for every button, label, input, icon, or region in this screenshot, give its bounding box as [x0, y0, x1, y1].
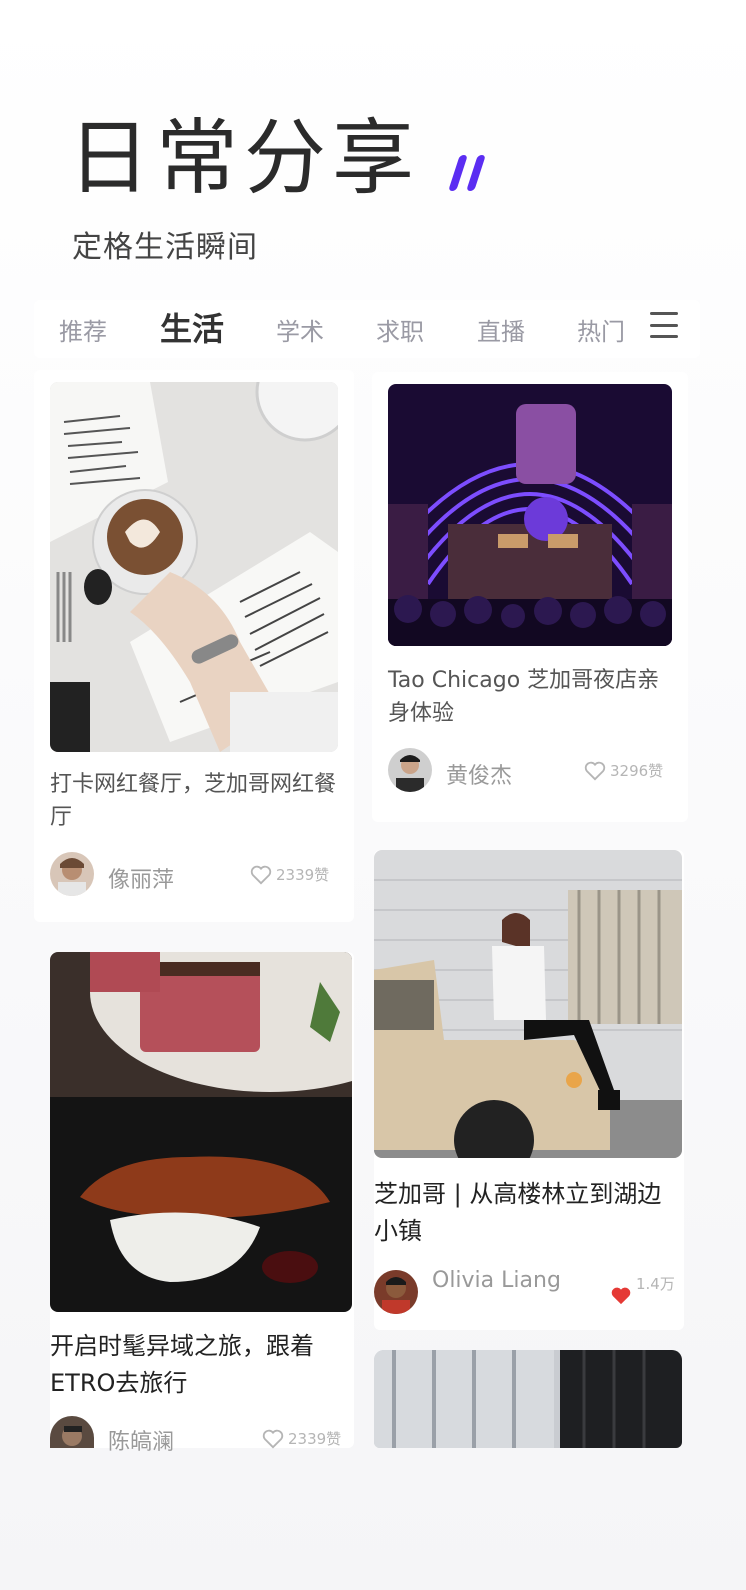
heart-filled-icon[interactable] [610, 1286, 632, 1306]
tab-academic[interactable]: 学术 [276, 312, 324, 347]
tab-live[interactable]: 直播 [477, 312, 525, 347]
like-count[interactable]: 3296赞 [584, 760, 663, 781]
page-title: 日常分享 [68, 111, 421, 206]
heart-outline-icon[interactable] [250, 865, 272, 885]
avatar[interactable] [374, 1270, 418, 1314]
avatar[interactable] [388, 748, 432, 792]
tab-recommend[interactable]: 推荐 [59, 312, 107, 347]
author-name[interactable]: 陈皜澜 [108, 1424, 174, 1456]
heart-outline-icon[interactable] [262, 1429, 284, 1449]
wagyu-dish-photo[interactable] [50, 952, 352, 1312]
page-subtitle: 定格生活瞬间 [72, 230, 258, 265]
building-facade-photo[interactable] [374, 1350, 682, 1448]
author-name[interactable]: 像丽萍 [108, 862, 174, 894]
like-count-text: 1.4万 [636, 1274, 675, 1293]
post-title[interactable]: 开启时髦异域之旅，跟着ETRO去旅行 [50, 1328, 350, 1402]
heart-outline-icon[interactable] [584, 761, 606, 781]
author-name[interactable]: Olivia Liang [432, 1268, 561, 1293]
category-tabs: 推荐 生活 学术 求职 直播 热门 [34, 300, 700, 358]
girl-on-jeep-photo[interactable] [374, 850, 682, 1158]
post-title[interactable]: Tao Chicago 芝加哥夜店亲身体验 [388, 664, 678, 730]
nightclub-photo[interactable] [388, 384, 672, 646]
page-header: 日常分享 [68, 111, 486, 206]
like-count[interactable]: 2339赞 [262, 1428, 341, 1449]
quote-mark-icon [448, 155, 486, 191]
like-count-text: 2339赞 [288, 1430, 342, 1448]
menu-icon[interactable] [650, 312, 678, 338]
post-title[interactable]: 芝加哥 | 从高楼林立到湖边小镇 [374, 1176, 680, 1250]
like-count-text: 2339赞 [276, 866, 330, 884]
tab-jobs[interactable]: 求职 [376, 312, 424, 347]
like-count[interactable]: 2339赞 [250, 864, 329, 885]
like-count[interactable]: 1.4万 [610, 1272, 675, 1306]
tab-life[interactable]: 生活 [160, 304, 224, 350]
latte-art-photo[interactable] [50, 382, 338, 752]
tab-hot[interactable]: 热门 [577, 312, 625, 347]
author-name[interactable]: 黄俊杰 [446, 758, 512, 790]
avatar[interactable] [50, 852, 94, 896]
post-title[interactable]: 打卡网红餐厅，芝加哥网红餐厅 [50, 768, 346, 834]
like-count-text: 3296赞 [610, 762, 664, 780]
